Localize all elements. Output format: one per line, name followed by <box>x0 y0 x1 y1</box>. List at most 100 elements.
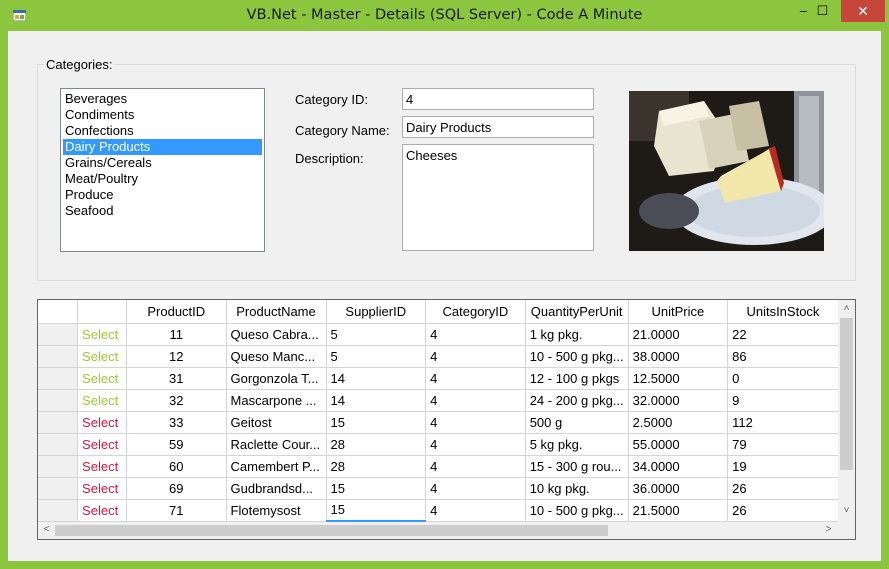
category-list-item[interactable]: Confections <box>63 123 262 139</box>
category-id-cell[interactable]: 4 <box>425 345 526 368</box>
quantity-per-unit-cell[interactable]: 10 - 500 g pkg... <box>525 345 629 368</box>
select-link[interactable]: Select <box>82 503 118 518</box>
maximize-button[interactable]: ☐ <box>809 0 836 22</box>
quantity-per-unit-cell[interactable]: 500 g <box>525 411 629 434</box>
table-row[interactable]: Select33Geitost154500 g2.50001120 <box>38 411 855 434</box>
select-link[interactable]: Select <box>82 327 118 342</box>
column-header-select[interactable] <box>77 300 127 324</box>
category-id-field[interactable]: 4 <box>402 88 594 110</box>
select-link[interactable]: Select <box>82 371 118 386</box>
category-id-cell[interactable]: 4 <box>425 411 526 434</box>
select-link-cell[interactable]: Select <box>77 323 127 346</box>
select-link[interactable]: Select <box>82 393 118 408</box>
category-id-cell[interactable]: 4 <box>425 477 526 500</box>
product-name-cell[interactable]: Flotemysost <box>226 499 327 522</box>
supplier-id-cell[interactable]: 28 <box>326 455 427 478</box>
scroll-down-icon[interactable]: ˅ <box>839 505 854 517</box>
row-header[interactable] <box>38 323 79 346</box>
column-header-productname[interactable]: ProductName <box>226 300 327 324</box>
quantity-per-unit-cell[interactable]: 10 - 500 g pkg... <box>525 499 629 522</box>
category-id-cell[interactable]: 4 <box>425 389 526 412</box>
select-link-cell[interactable]: Select <box>77 433 127 456</box>
unit-price-cell[interactable]: 32.0000 <box>628 389 729 412</box>
product-id-cell[interactable]: 60 <box>126 455 227 478</box>
category-id-cell[interactable]: 4 <box>425 499 526 522</box>
product-name-cell[interactable]: Mascarpone ... <box>226 389 327 412</box>
unit-price-cell[interactable]: 12.5000 <box>628 367 729 390</box>
close-button[interactable]: ✕ <box>841 0 885 22</box>
units-in-stock-cell[interactable]: 86 <box>727 345 839 368</box>
row-header[interactable] <box>38 389 79 412</box>
supplier-id-cell[interactable]: 5 <box>326 323 427 346</box>
products-datagrid[interactable]: ProductID ProductName SupplierID Categor… <box>37 299 856 540</box>
table-row[interactable]: Select 11 Queso Cabra... 5 4 1 kg pkg. 21.0000… <box>38 323 855 346</box>
supplier-id-cell[interactable]: 15 <box>326 411 427 434</box>
supplier-id-cell[interactable]: 28 <box>326 433 427 456</box>
quantity-per-unit-cell[interactable]: 15 - 300 g rou... <box>525 455 629 478</box>
units-in-stock-cell[interactable]: 22 <box>727 323 839 346</box>
row-header[interactable] <box>38 345 79 368</box>
row-header[interactable] <box>38 367 79 390</box>
vertical-scroll-thumb[interactable] <box>840 318 853 470</box>
horizontal-scrollbar[interactable]: < > <box>38 522 838 539</box>
category-list-item[interactable]: Seafood <box>63 203 262 219</box>
product-name-cell[interactable]: Raclette Cour... <box>226 433 327 456</box>
unit-price-cell[interactable]: 34.0000 <box>628 455 729 478</box>
row-header[interactable] <box>38 433 79 456</box>
supplier-id-cell[interactable]: 15 <box>326 499 427 522</box>
product-name-cell[interactable]: Queso Manc... <box>226 345 327 368</box>
product-id-cell[interactable]: 12 <box>126 345 227 368</box>
row-header[interactable] <box>38 477 79 500</box>
column-header-unitprice[interactable]: UnitPrice <box>628 300 729 324</box>
product-id-cell[interactable]: 31 <box>126 367 227 390</box>
select-link[interactable]: Select <box>82 415 118 430</box>
table-row[interactable]: Select 31 Gorgonzola T... 14 4 12 - 100 g pkg… <box>38 367 855 390</box>
units-in-stock-cell[interactable]: 19 <box>727 455 839 478</box>
category-name-field[interactable]: Dairy Products <box>402 116 594 138</box>
category-id-cell[interactable]: 4 <box>425 323 526 346</box>
column-header-quantityperunit[interactable]: QuantityPerUnit <box>525 300 629 324</box>
product-id-cell[interactable]: 33 <box>126 411 227 434</box>
product-id-cell[interactable]: 59 <box>126 433 227 456</box>
row-header[interactable] <box>38 455 79 478</box>
product-name-cell[interactable]: Camembert P... <box>226 455 327 478</box>
category-list-item[interactable]: Condiments <box>63 107 262 123</box>
select-link-cell[interactable]: Select <box>77 367 127 390</box>
quantity-per-unit-cell[interactable]: 10 kg pkg. <box>525 477 629 500</box>
category-id-cell[interactable]: 4 <box>425 367 526 390</box>
quantity-per-unit-cell[interactable]: 5 kg pkg. <box>525 433 629 456</box>
select-link[interactable]: Select <box>82 459 118 474</box>
category-list-item-selected[interactable]: Dairy Products <box>63 139 262 155</box>
table-row[interactable]: Select 69 Gudbrandsd... 15 4 10 kg pkg. 36.000… <box>38 477 855 500</box>
quantity-per-unit-cell[interactable]: 12 - 100 g pkgs <box>525 367 629 390</box>
table-row[interactable]: Select 32 Mascarpone ... 14 4 24 - 200 g pkg.… <box>38 389 855 412</box>
category-list-item[interactable]: Beverages <box>63 91 262 107</box>
units-in-stock-cell[interactable]: 112 <box>727 411 839 434</box>
product-name-cell[interactable]: Gudbrandsd... <box>226 477 327 500</box>
category-list-item[interactable]: Produce <box>63 187 262 203</box>
category-id-cell[interactable]: 4 <box>425 433 526 456</box>
table-row[interactable]: Select 71 Flotemysost 15 4 10 - 500 g pkg... 2… <box>38 499 855 522</box>
unit-price-cell[interactable]: 21.0000 <box>628 323 729 346</box>
column-header-unitsinstock[interactable]: UnitsInStock <box>727 300 839 324</box>
table-row[interactable]: Select 12 Queso Manc... 5 4 10 - 500 g pkg...… <box>38 345 855 368</box>
column-header-supplierid[interactable]: SupplierID <box>326 300 427 324</box>
vertical-scrollbar[interactable]: ˄ ˅ <box>838 300 855 522</box>
grid-corner-header[interactable] <box>38 300 79 324</box>
column-header-productid[interactable]: ProductID <box>126 300 227 324</box>
select-link-cell[interactable]: Select <box>77 477 127 500</box>
select-link[interactable]: Select <box>82 481 118 496</box>
product-name-cell[interactable]: Gorgonzola T... <box>226 367 327 390</box>
product-id-cell[interactable]: 71 <box>126 499 227 522</box>
product-id-cell[interactable]: 32 <box>126 389 227 412</box>
select-link[interactable]: Select <box>82 437 118 452</box>
supplier-id-cell[interactable]: 14 <box>326 367 427 390</box>
units-in-stock-cell[interactable]: 0 <box>727 367 839 390</box>
unit-price-cell[interactable]: 55.0000 <box>628 433 729 456</box>
product-name-cell[interactable]: Queso Cabra... <box>226 323 327 346</box>
unit-price-cell[interactable]: 21.5000 <box>628 499 729 522</box>
quantity-per-unit-cell[interactable]: 24 - 200 g pkg... <box>525 389 629 412</box>
table-row[interactable]: Select 60 Camembert P... 28 4 15 - 300 g rou.… <box>38 455 855 478</box>
scroll-right-icon[interactable]: > <box>821 524 836 536</box>
description-field[interactable]: Cheeses <box>402 144 594 251</box>
